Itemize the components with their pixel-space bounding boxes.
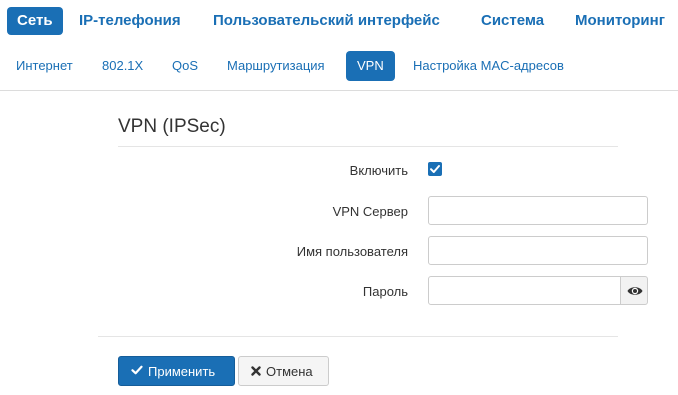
sub-nav: Интернет 802.1X QoS Маршрутизация VPN На…: [0, 48, 678, 84]
top-nav: Сеть IP-телефония Пользовательский интер…: [0, 0, 678, 42]
check-icon: [131, 364, 143, 379]
top-nav-item-system[interactable]: Система: [481, 7, 544, 35]
sub-nav-item-internet[interactable]: Интернет: [16, 51, 73, 81]
sub-nav-item-routing[interactable]: Маршрутизация: [227, 51, 325, 81]
close-icon: [251, 364, 261, 379]
apply-button-label: Применить: [148, 363, 216, 379]
top-nav-item-ip-telephony[interactable]: IP-телефония: [79, 7, 181, 35]
username-input[interactable]: [428, 236, 648, 265]
password-label: Пароль: [362, 284, 408, 299]
section-title: VPN (IPSec): [118, 116, 226, 137]
top-nav-item-user-interface[interactable]: Пользовательский интерфейс: [213, 7, 440, 35]
cancel-button[interactable]: Отмена: [238, 356, 329, 386]
apply-button[interactable]: Применить: [118, 356, 235, 386]
show-password-button[interactable]: [620, 276, 648, 305]
sub-nav-item-vpn[interactable]: VPN: [346, 51, 395, 81]
title-divider: [118, 146, 618, 147]
sub-nav-item-mac-settings[interactable]: Настройка MAC-адресов: [413, 51, 564, 81]
username-label: Имя пользователя: [296, 244, 408, 259]
cancel-button-label: Отмена: [266, 363, 313, 379]
password-input[interactable]: [428, 276, 621, 305]
top-nav-item-monitoring[interactable]: Мониторинг: [575, 7, 665, 35]
vpn-server-label: VPN Сервер: [332, 204, 408, 219]
sub-nav-item-qos[interactable]: QoS: [172, 51, 198, 81]
vpn-server-input[interactable]: [428, 196, 648, 225]
checkmark-icon: [430, 165, 440, 173]
actions-divider: [98, 336, 618, 337]
nav-divider: [0, 90, 678, 91]
sub-nav-item-8021x[interactable]: 802.1X: [102, 51, 143, 81]
eye-icon: [627, 287, 643, 295]
enable-checkbox[interactable]: [428, 162, 442, 176]
top-nav-item-network[interactable]: Сеть: [7, 7, 63, 35]
enable-label: Включить: [349, 163, 408, 178]
